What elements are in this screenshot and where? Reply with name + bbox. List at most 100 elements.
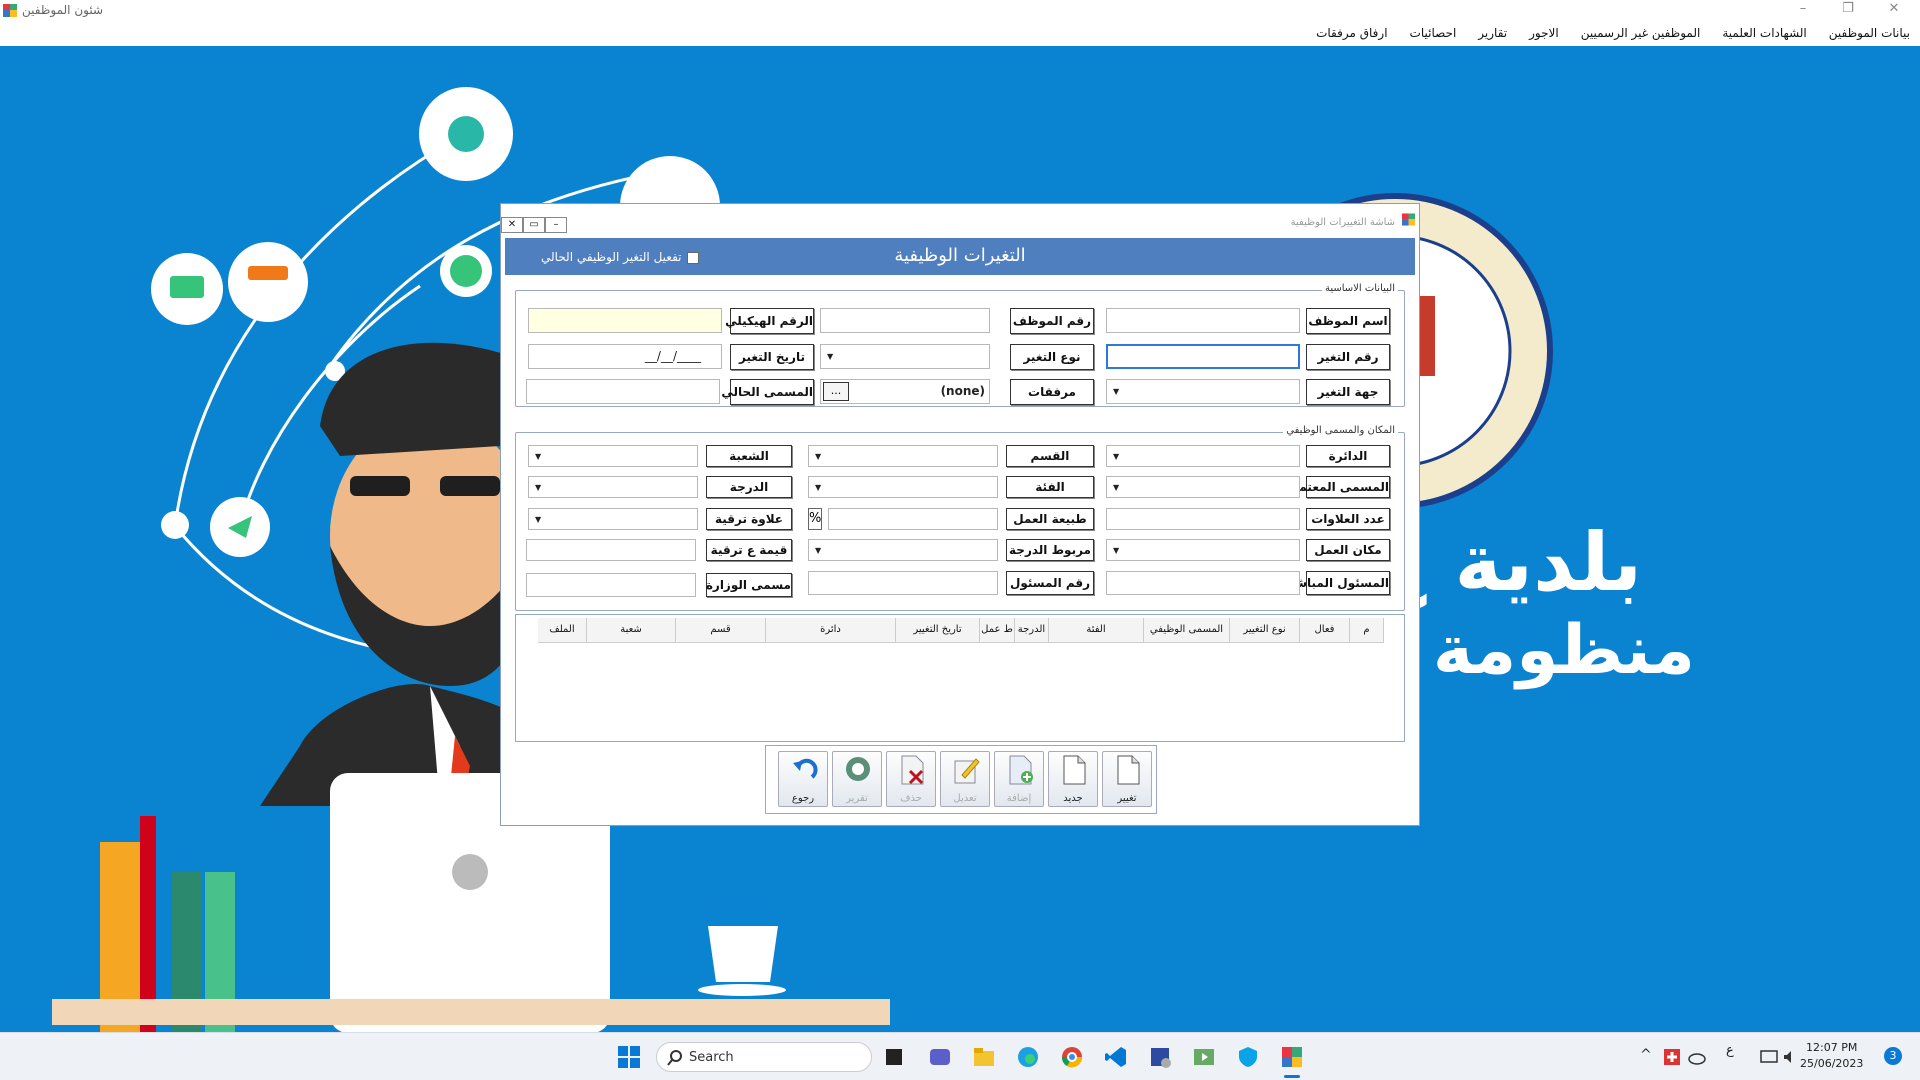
chevron-down-icon: ▼ <box>1113 483 1120 492</box>
new-button-label: جديد <box>1063 793 1083 804</box>
employee-app-taskbar-icon[interactable] <box>1280 1045 1304 1069</box>
minimize-icon[interactable]: – <box>1793 1 1813 16</box>
chevron-up-icon[interactable]: ^ <box>1640 1047 1652 1063</box>
changes-grid[interactable]: م فعال نوع التغيير المسمى الوظيفي الفئة … <box>515 614 1405 742</box>
circle-dropdown[interactable]: ▼ <box>1106 445 1300 467</box>
back-button-label: رجوع <box>791 793 815 804</box>
workplace-label: مكان العمل <box>1306 539 1390 561</box>
current-title-field[interactable] <box>526 379 720 404</box>
manager-no-field[interactable] <box>808 571 998 595</box>
system-clock[interactable]: 12:07 PM 25/06/2023 <box>1800 1040 1863 1072</box>
flag-icon[interactable] <box>1664 1049 1680 1065</box>
notification-badge[interactable]: 3 <box>1884 1047 1902 1065</box>
edit-button[interactable]: تعديل <box>940 751 990 807</box>
ministry-title-field[interactable] <box>526 573 696 597</box>
close-icon[interactable]: ✕ <box>1884 1 1904 16</box>
dialog-title: شاشة التغييرات الوظيفية <box>1290 217 1395 228</box>
percent-sign: % <box>808 508 822 530</box>
menu-wages[interactable]: الاجور <box>1529 26 1559 40</box>
add-button[interactable]: إضافة <box>994 751 1044 807</box>
change-button[interactable]: تغيير <box>1102 751 1152 807</box>
grid-header-grade[interactable]: الدرجة <box>1015 618 1049 643</box>
place-title-group-title: المكان والمسمى الوظيفي <box>1283 425 1398 436</box>
activate-change-checkbox[interactable] <box>687 252 699 264</box>
change-type-dropdown[interactable]: ▼ <box>820 344 990 369</box>
grid-header-division[interactable]: شعبة <box>587 618 676 643</box>
input-language[interactable]: ع <box>1726 1043 1734 1058</box>
network-icon[interactable] <box>1760 1049 1778 1065</box>
promotion-value-field[interactable] <box>526 539 696 561</box>
file-explorer-icon[interactable] <box>972 1045 996 1069</box>
basic-data-group-title: البيانات الاساسية <box>1322 283 1398 294</box>
grid-header-job-title[interactable]: المسمى الوظيفي <box>1144 618 1230 643</box>
new-button[interactable]: جديد <box>1048 751 1098 807</box>
dialog-close-button[interactable]: ✕ <box>501 217 523 233</box>
grade-link-dropdown[interactable]: ▼ <box>808 539 998 561</box>
dialog-minimize-button[interactable]: – <box>545 217 567 233</box>
direct-manager-field[interactable] <box>1106 571 1300 595</box>
change-party-dropdown[interactable]: ▼ <box>1106 379 1300 404</box>
employee-no-field[interactable] <box>820 308 990 333</box>
workplace-dropdown[interactable]: ▼ <box>1106 539 1300 561</box>
grid-header-work-type[interactable]: ط عمل <box>980 618 1015 643</box>
activate-change-label: تفعيل التغير الوظيفي الحالي <box>541 250 682 264</box>
change-no-field[interactable] <box>1106 344 1300 369</box>
restore-icon[interactable]: ❐ <box>1838 1 1858 16</box>
teams-icon[interactable] <box>928 1045 952 1069</box>
attachments-field[interactable]: (none) ... <box>820 379 990 404</box>
menu-statistics[interactable]: احصائيات <box>1410 26 1457 40</box>
change-date-field[interactable]: __/__/____ <box>528 344 722 369</box>
edge-icon[interactable] <box>1016 1045 1040 1069</box>
shield-app-icon[interactable] <box>1236 1045 1260 1069</box>
browse-attachments-button[interactable]: ... <box>823 382 849 401</box>
chevron-down-icon: ▼ <box>815 452 822 461</box>
media-app-icon[interactable] <box>1192 1045 1216 1069</box>
change-party-label: جهة التغير <box>1306 379 1390 405</box>
vscode-icon[interactable] <box>1104 1045 1128 1069</box>
grid-header-circle[interactable]: دائرة <box>766 618 896 643</box>
grid-header-file[interactable]: الملف <box>538 618 587 643</box>
document-icon <box>1117 755 1140 785</box>
volume-icon[interactable] <box>1782 1049 1798 1065</box>
allowances-count-label: عدد العلاوات <box>1306 508 1390 530</box>
app-title: شئون الموظفين <box>22 3 104 17</box>
taskbar-search[interactable]: Search <box>656 1042 872 1072</box>
division-dropdown[interactable]: ▼ <box>528 445 698 467</box>
windows-start-icon[interactable] <box>617 1045 641 1069</box>
menu-employee-data[interactable]: بيانات الموظفين <box>1829 26 1910 40</box>
access-icon[interactable] <box>1148 1045 1172 1069</box>
grade-dropdown[interactable]: ▼ <box>528 476 698 498</box>
grid-header-index[interactable]: م <box>1350 618 1384 643</box>
menu-unofficial-employees[interactable]: الموظفين غير الرسميين <box>1581 26 1701 40</box>
grid-header-active[interactable]: فعال <box>1300 618 1350 643</box>
category-label: الفئة <box>1006 476 1094 498</box>
grid-header-change-date[interactable]: تاريخ التغيير <box>896 618 980 643</box>
back-button[interactable]: رجوع <box>778 751 828 807</box>
cloud-icon[interactable] <box>1688 1049 1706 1065</box>
category-dropdown[interactable]: ▼ <box>808 476 998 498</box>
report-button[interactable]: تقرير <box>832 751 882 807</box>
change-button-label: تغيير <box>1117 793 1137 804</box>
department-dropdown[interactable]: ▼ <box>808 445 998 467</box>
menu-reports[interactable]: تقارير <box>1478 26 1507 40</box>
grid-header-department[interactable]: قسم <box>676 618 766 643</box>
menu-certificates[interactable]: الشهادات العلمية <box>1722 26 1806 40</box>
approved-title-dropdown[interactable]: ▼ <box>1106 476 1300 498</box>
work-nature-label: طبيعة العمل <box>1006 508 1094 530</box>
promotion-allowance-dropdown[interactable]: ▼ <box>528 508 698 530</box>
allowances-count-field[interactable] <box>1106 508 1300 530</box>
employee-name-field[interactable] <box>1106 308 1300 333</box>
attachments-label: مرفقات <box>1010 379 1094 405</box>
structural-no-field[interactable] <box>528 308 722 333</box>
menu-attachments[interactable]: ارفاق مرفقات <box>1316 26 1387 40</box>
task-view-icon[interactable] <box>882 1045 906 1069</box>
dialog-maximize-button[interactable]: ▭ <box>523 217 545 233</box>
chrome-icon[interactable] <box>1060 1045 1084 1069</box>
work-nature-field[interactable] <box>828 508 998 530</box>
attachments-value: (none) <box>940 384 985 398</box>
grid-header-change-type[interactable]: نوع التغيير <box>1230 618 1300 643</box>
grid-header-category[interactable]: الفئة <box>1049 618 1144 643</box>
delete-button[interactable]: حذف <box>886 751 936 807</box>
department-label: القسم <box>1006 445 1094 467</box>
chevron-down-icon: ▼ <box>1113 546 1120 555</box>
